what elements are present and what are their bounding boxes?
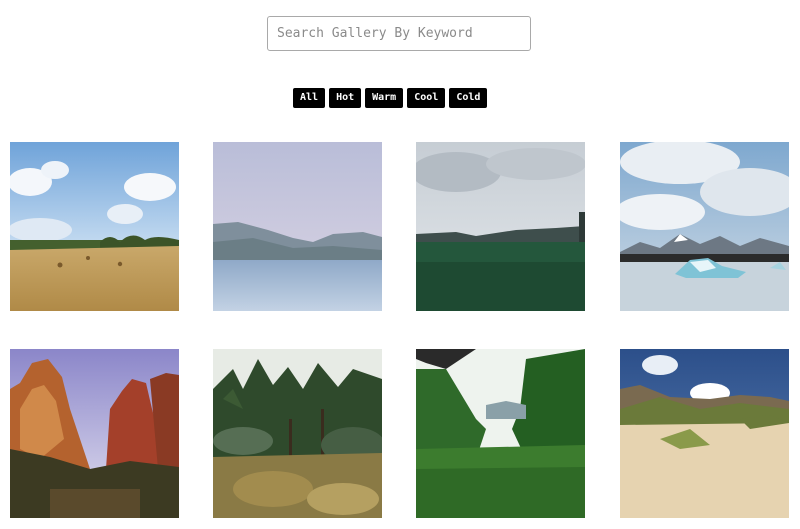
gallery-image-garden[interactable] (213, 349, 382, 518)
garden-photo (213, 349, 382, 518)
marsh-photo (416, 142, 585, 311)
forest-photo (416, 349, 585, 518)
search-input[interactable] (267, 16, 531, 51)
filter-hot-button[interactable]: Hot (329, 88, 362, 108)
canyon-photo (10, 349, 179, 518)
gallery-image-canyon[interactable] (10, 349, 179, 518)
lake-photo (213, 142, 382, 311)
gallery-image-glacier[interactable] (620, 142, 789, 311)
gallery-image-dunes[interactable] (620, 349, 789, 518)
dunes-photo (620, 349, 789, 518)
gallery-image-lake[interactable] (213, 142, 382, 311)
filter-cool-button[interactable]: Cool (407, 88, 446, 108)
gallery-image-forest[interactable] (416, 349, 585, 518)
gallery-page: All Hot Warm Cool Cold (0, 0, 800, 529)
gallery-image-marsh[interactable] (416, 142, 585, 311)
filter-warm-button[interactable]: Warm (365, 88, 404, 108)
filter-cold-button[interactable]: Cold (449, 88, 488, 108)
glacier-photo (620, 142, 789, 311)
search-container (267, 16, 531, 51)
filter-bar: All Hot Warm Cool Cold (293, 88, 488, 108)
gallery-image-hay-field[interactable] (10, 142, 179, 311)
filter-all-button[interactable]: All (293, 88, 326, 108)
hay-field-photo (10, 142, 179, 311)
